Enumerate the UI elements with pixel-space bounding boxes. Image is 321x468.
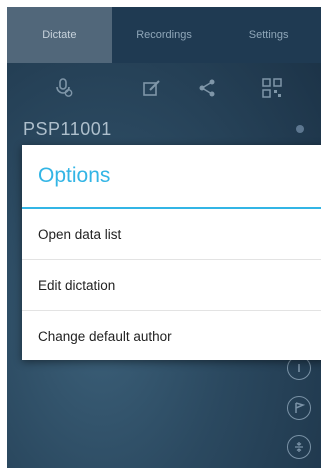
option-open-data-list[interactable]: Open data list: [22, 209, 321, 260]
app-screen: Dictate Recordings Settings PSP11001 Opt…: [7, 7, 321, 468]
flag-button[interactable]: [287, 396, 311, 420]
edit-icon[interactable]: [140, 76, 164, 100]
share-icon[interactable]: [195, 76, 219, 100]
option-edit-dictation[interactable]: Edit dictation: [22, 260, 321, 311]
options-dialog: Options Open data list Edit dictation Ch…: [22, 145, 321, 360]
option-change-default-author[interactable]: Change default author: [22, 311, 321, 362]
insert-button[interactable]: [287, 435, 311, 459]
tab-dictate[interactable]: Dictate: [7, 7, 112, 63]
dialog-title: Options: [22, 145, 321, 209]
dictation-id: PSP11001: [23, 119, 112, 139]
tab-recordings[interactable]: Recordings: [112, 7, 217, 63]
status-dot: [296, 125, 304, 133]
qr-code-icon[interactable]: [260, 76, 284, 100]
tab-settings[interactable]: Settings: [216, 7, 321, 63]
tab-bar: Dictate Recordings Settings: [7, 7, 321, 63]
toolbar: [7, 63, 321, 113]
microphone-settings-icon[interactable]: [52, 76, 76, 100]
